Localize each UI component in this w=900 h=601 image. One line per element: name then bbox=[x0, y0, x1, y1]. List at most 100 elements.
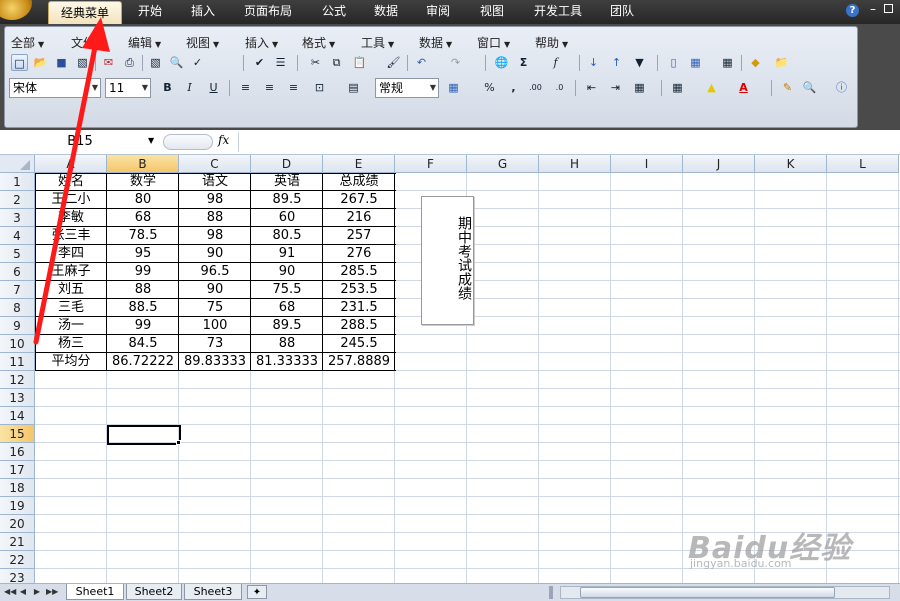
pivot-icon[interactable]: ▦ bbox=[687, 54, 704, 71]
table-cell[interactable]: 285.5 bbox=[323, 263, 395, 281]
new-icon[interactable]: □ bbox=[11, 54, 28, 71]
column-header-k[interactable]: K bbox=[755, 155, 827, 173]
font-color-icon[interactable]: A bbox=[735, 79, 752, 96]
menu-format[interactable]: 格式 ▼ bbox=[302, 34, 335, 51]
redo-icon[interactable]: ↷ bbox=[447, 54, 464, 71]
column-header-c[interactable]: C bbox=[179, 155, 251, 173]
table-cell[interactable]: 89.5 bbox=[251, 317, 323, 335]
table-icon[interactable]: ▦ bbox=[719, 54, 736, 71]
chevron-down-icon[interactable]: ▼ bbox=[148, 136, 154, 145]
menu-insert[interactable]: 插入 ▼ bbox=[245, 34, 278, 51]
row-header-18[interactable]: 18 bbox=[0, 479, 35, 497]
save-icon[interactable]: ■ bbox=[53, 54, 70, 71]
filter-icon[interactable]: ▼ bbox=[631, 54, 648, 71]
table-cell[interactable]: 88 bbox=[179, 209, 251, 227]
table-header-cell[interactable]: 数学 bbox=[107, 173, 179, 191]
table-cell[interactable]: 68 bbox=[251, 299, 323, 317]
table-cell[interactable]: 253.5 bbox=[323, 281, 395, 299]
table-cell[interactable]: 98 bbox=[179, 191, 251, 209]
active-cell-cursor[interactable] bbox=[107, 425, 181, 445]
title-textbox[interactable]: 期中考试成绩 bbox=[421, 196, 474, 325]
row-header-6[interactable]: 6 bbox=[0, 263, 35, 281]
table-cell[interactable]: 99 bbox=[107, 263, 179, 281]
table-cell[interactable]: 257 bbox=[323, 227, 395, 245]
row-header-16[interactable]: 16 bbox=[0, 443, 35, 461]
row-header-23[interactable]: 23 bbox=[0, 569, 35, 583]
zoom-icon[interactable]: 🔍 bbox=[801, 79, 818, 96]
row-header-9[interactable]: 9 bbox=[0, 317, 35, 335]
insert-sheet-icon[interactable]: ✦ bbox=[247, 585, 267, 599]
formula-bar-buttons[interactable] bbox=[163, 134, 213, 150]
table-cell[interactable]: 汤一 bbox=[35, 317, 107, 335]
comment-icon[interactable]: ✎ bbox=[779, 79, 796, 96]
decrease-decimal-icon[interactable]: .0 bbox=[551, 79, 568, 96]
align-left-icon[interactable]: ≡ bbox=[237, 79, 254, 96]
column-header-a[interactable]: A bbox=[35, 155, 107, 173]
window-minimize-button[interactable]: – bbox=[866, 2, 880, 20]
print-icon[interactable]: ⎙ bbox=[121, 54, 138, 71]
row-header-12[interactable]: 12 bbox=[0, 371, 35, 389]
merge-center-icon[interactable]: ⊡ bbox=[311, 79, 328, 96]
first-sheet-icon[interactable]: ◀◀ bbox=[4, 586, 16, 598]
name-box[interactable]: B15 bbox=[2, 132, 158, 152]
table-cell[interactable]: 100 bbox=[179, 317, 251, 335]
next-sheet-icon[interactable]: ▶ bbox=[32, 586, 42, 598]
permission-icon[interactable]: ▧ bbox=[74, 54, 91, 71]
table-header-cell[interactable]: 语文 bbox=[179, 173, 251, 191]
row-header-19[interactable]: 19 bbox=[0, 497, 35, 515]
undo-icon[interactable]: ↶ bbox=[413, 54, 430, 71]
select-all-button[interactable] bbox=[0, 155, 35, 173]
column-header-f[interactable]: F bbox=[395, 155, 467, 173]
menu-tools[interactable]: 工具 ▼ bbox=[361, 34, 394, 51]
tab-view[interactable]: 视图 bbox=[472, 0, 512, 24]
fill-color-icon[interactable]: ▲ bbox=[703, 79, 720, 96]
table-cell[interactable]: 68 bbox=[107, 209, 179, 227]
align-right-icon[interactable]: ≡ bbox=[285, 79, 302, 96]
column-header-d[interactable]: D bbox=[251, 155, 323, 173]
table-cell[interactable]: 三毛 bbox=[35, 299, 107, 317]
tab-team[interactable]: 团队 bbox=[602, 0, 642, 24]
font-size-select[interactable]: 11 ▼ bbox=[105, 78, 151, 98]
average-cell[interactable]: 81.33333 bbox=[251, 353, 323, 371]
table-cell[interactable]: 99 bbox=[107, 317, 179, 335]
table-cell[interactable]: 231.5 bbox=[323, 299, 395, 317]
sheet-tab-sheet2[interactable]: Sheet2 bbox=[126, 584, 182, 600]
sheet-tab-sheet1[interactable]: Sheet1 bbox=[66, 584, 124, 600]
average-cell[interactable]: 86.72222 bbox=[107, 353, 179, 371]
column-header-g[interactable]: G bbox=[467, 155, 539, 173]
research-icon[interactable]: 🔍 bbox=[168, 54, 185, 71]
tab-developer[interactable]: 开发工具 bbox=[526, 0, 590, 24]
open-icon[interactable]: 📂 bbox=[32, 54, 49, 71]
number-format-select[interactable]: 常规 ▼ bbox=[375, 78, 439, 98]
increase-indent-icon[interactable]: ⇥ bbox=[607, 79, 624, 96]
menu-edit[interactable]: 编辑 ▼ bbox=[128, 34, 161, 51]
copy-icon[interactable]: ⧉ bbox=[328, 54, 345, 71]
table-cell[interactable]: 288.5 bbox=[323, 317, 395, 335]
table-cell[interactable]: 88 bbox=[107, 281, 179, 299]
borders-icon[interactable]: ▦ bbox=[669, 79, 686, 96]
table-cell[interactable]: 90 bbox=[179, 245, 251, 263]
row-header-10[interactable]: 10 bbox=[0, 335, 35, 353]
menu-data[interactable]: 数据 ▼ bbox=[419, 34, 452, 51]
table-cell[interactable]: 98 bbox=[179, 227, 251, 245]
tab-split-handle[interactable] bbox=[549, 586, 553, 599]
table-cell[interactable]: 88.5 bbox=[107, 299, 179, 317]
table-cell[interactable]: 刘五 bbox=[35, 281, 107, 299]
horizontal-scrollbar-thumb[interactable] bbox=[580, 587, 835, 598]
table-cell[interactable]: 王麻子 bbox=[35, 263, 107, 281]
table-cell[interactable]: 84.5 bbox=[107, 335, 179, 353]
last-sheet-icon[interactable]: ▶▶ bbox=[46, 586, 58, 598]
table-header-cell[interactable]: 总成绩 bbox=[323, 173, 395, 191]
spelling-icon[interactable]: ✔ bbox=[251, 54, 268, 71]
align-center-icon[interactable]: ≡ bbox=[261, 79, 278, 96]
menu-window[interactable]: 窗口 ▼ bbox=[477, 34, 510, 51]
average-cell[interactable]: 89.83333 bbox=[179, 353, 251, 371]
sort-asc-icon[interactable]: ↓ bbox=[585, 54, 602, 71]
table-header-cell[interactable]: 姓名 bbox=[35, 173, 107, 191]
sheet-tab-sheet3[interactable]: Sheet3 bbox=[184, 584, 242, 600]
table-cell[interactable]: 95 bbox=[107, 245, 179, 263]
table-cell[interactable]: 276 bbox=[323, 245, 395, 263]
currency-icon[interactable]: ▦ bbox=[445, 79, 462, 96]
row-header-11[interactable]: 11 bbox=[0, 353, 35, 371]
row-header-7[interactable]: 7 bbox=[0, 281, 35, 299]
